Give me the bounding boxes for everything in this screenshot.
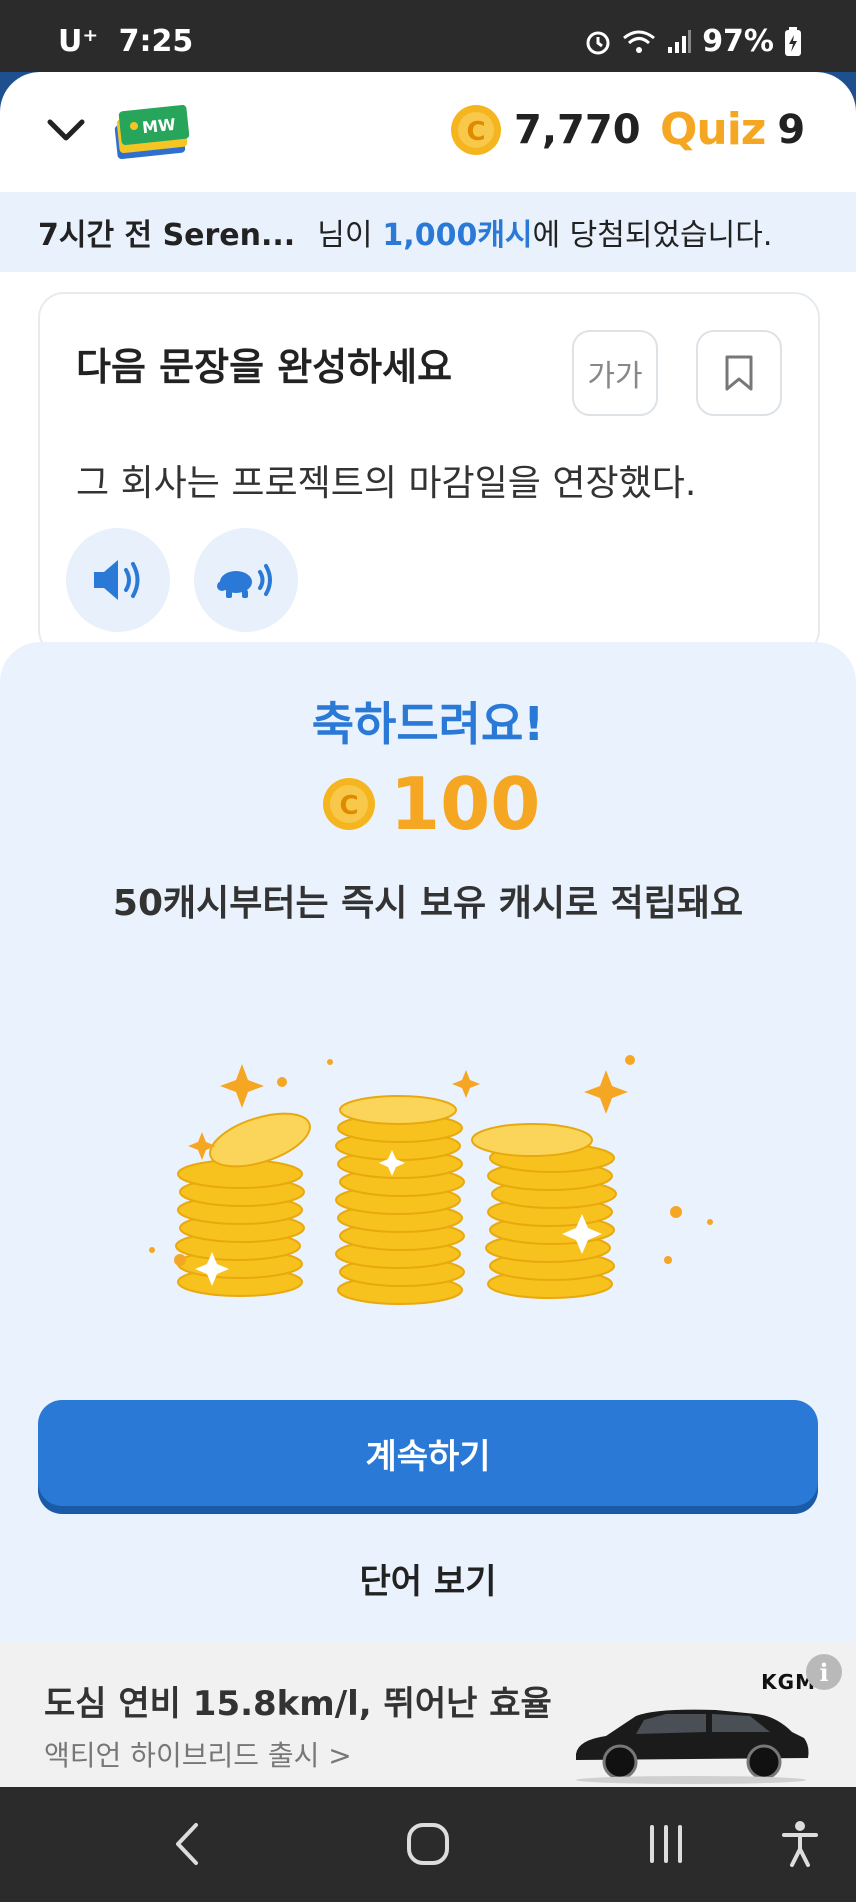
congrats-title: 축하드려요! <box>311 697 545 751</box>
ticker-user: 7시간 전 Seren... <box>38 218 296 253</box>
carrier: U⁺ <box>58 24 99 59</box>
chevron-down-icon[interactable] <box>44 114 88 150</box>
home-icon[interactable] <box>404 1819 452 1869</box>
recents-icon[interactable] <box>644 1819 688 1869</box>
ticker-tail: 에 당첨되었습니다. <box>532 218 773 253</box>
ad-banner[interactable]: 도심 연비 15.8km/l, 뛰어난 효율 액티언 하이브리드 출시 > KG… <box>0 1642 856 1787</box>
quiz-label: Quiz <box>660 104 766 155</box>
font-size-button[interactable]: 가가 <box>572 330 658 416</box>
bookmark-icon <box>725 355 753 391</box>
header: MW C 7,770 Quiz 9 <box>0 72 856 192</box>
signal-icon <box>668 29 692 53</box>
coin-balance[interactable]: C 7,770 <box>450 104 641 156</box>
question-card: 다음 문장을 완성하세요 가가 그 회사는 프로젝트의 마감일을 연장했다. <box>38 292 820 656</box>
clock: 7:25 <box>118 24 194 59</box>
winner-ticker: 7시간 전 Seren... 님이 1,000캐시 에 당첨되었습니다. <box>0 192 856 272</box>
coin-balance-value: 7,770 <box>514 107 641 153</box>
battery-icon <box>785 26 801 56</box>
app-sheet: MW C 7,770 Quiz 9 7시간 전 Seren... 님이 1,00… <box>0 72 856 1787</box>
svg-text:C: C <box>466 117 485 147</box>
back-icon[interactable] <box>170 1819 206 1869</box>
reward-amount: C 100 <box>322 762 540 846</box>
wifi-icon <box>623 30 656 53</box>
quiz-counter[interactable]: Quiz 9 <box>660 104 805 155</box>
ticker-amount: 1,000캐시 <box>382 218 533 253</box>
view-words-link[interactable]: 단어 보기 <box>0 1554 856 1603</box>
svg-text:MW: MW <box>141 115 177 137</box>
app-logo[interactable]: MW <box>112 102 192 166</box>
coin-stacks-illustration <box>149 1055 713 1305</box>
speaker-icon <box>94 560 140 600</box>
continue-button[interactable]: 계속하기 <box>38 1400 818 1506</box>
ad-subline[interactable]: 액티언 하이브리드 출시 > <box>44 1734 352 1774</box>
svg-text:C: C <box>339 791 358 821</box>
slow-speaker-icon <box>217 564 272 598</box>
bookmark-button[interactable] <box>696 330 782 416</box>
question-sentence: 그 회사는 프로젝트의 마감일을 연장했다. <box>76 463 697 504</box>
quiz-count: 9 <box>777 106 806 153</box>
coin-icon: C <box>451 105 501 155</box>
play-audio-button[interactable] <box>66 528 170 632</box>
question-title: 다음 문장을 완성하세요 <box>76 345 453 389</box>
reward-subtitle: 50캐시부터는 즉시 보유 캐시로 적립돼요 <box>112 883 744 924</box>
system-nav-bar <box>0 1787 856 1902</box>
play-slow-audio-button[interactable] <box>194 528 298 632</box>
logo-icon: MW <box>114 104 190 160</box>
ad-info-icon[interactable]: i <box>806 1654 842 1690</box>
ad-headline[interactable]: 도심 연비 15.8km/l, 뛰어난 효율 <box>44 1676 552 1725</box>
reward-modal: 축하드려요! C 100 50캐시부터는 즉시 보유 캐시로 적립돼요 계속하기… <box>0 642 856 1642</box>
accessibility-icon[interactable] <box>780 1819 820 1869</box>
ticker-mid: 님이 <box>317 218 373 253</box>
coin-icon: C <box>323 778 375 830</box>
battery-percent: 97% <box>702 24 774 59</box>
reward-value: 100 <box>390 762 541 846</box>
alarm-icon <box>586 31 610 54</box>
car-image <box>576 1709 809 1784</box>
